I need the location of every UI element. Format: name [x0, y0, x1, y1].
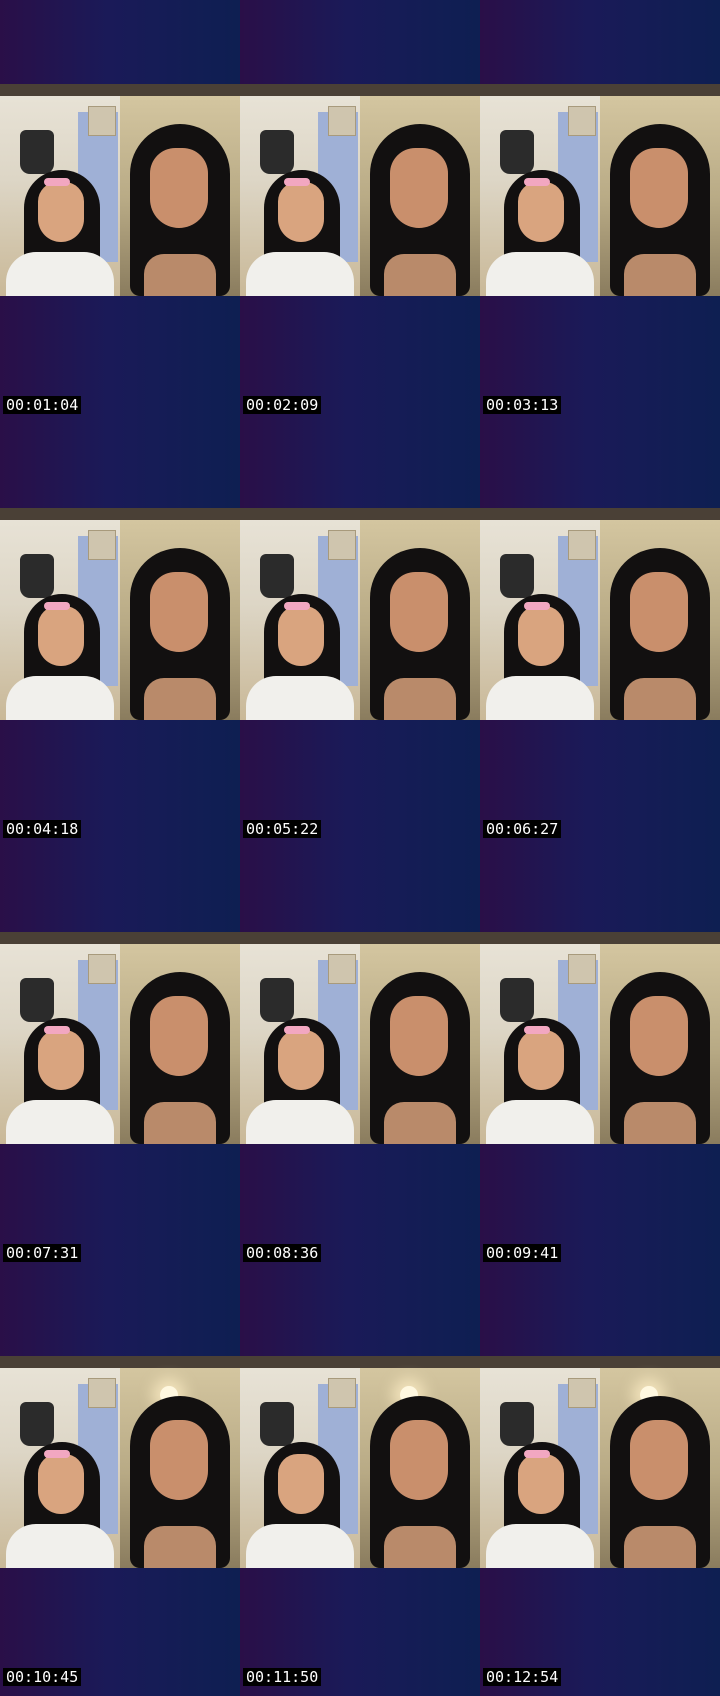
right-camera-pane	[360, 84, 480, 296]
timestamp-label: 00:08:36	[243, 1244, 322, 1262]
left-camera-pane	[480, 84, 600, 296]
right-camera-pane	[120, 84, 240, 296]
left-camera-pane	[240, 1356, 360, 1568]
video-frame	[480, 508, 720, 720]
thumbnail-cell[interactable]: 00:07:31	[0, 848, 240, 1272]
video-frame	[0, 1356, 240, 1568]
thumbnail-cell[interactable]: 00:06:27	[480, 424, 720, 848]
timestamp-label: 00:06:27	[483, 820, 562, 838]
left-camera-pane	[240, 84, 360, 296]
right-camera-pane	[600, 508, 720, 720]
timestamp-label: 00:01:04	[3, 396, 82, 414]
video-frame	[480, 932, 720, 1144]
left-camera-pane	[480, 508, 600, 720]
timestamp-label: 00:10:45	[3, 1668, 82, 1686]
video-frame	[480, 1356, 720, 1568]
timestamp-label: 00:03:13	[483, 396, 562, 414]
left-camera-pane	[0, 1356, 120, 1568]
thumbnail-cell[interactable]: 00:02:09	[240, 0, 480, 424]
left-camera-pane	[480, 932, 600, 1144]
video-frame	[240, 508, 480, 720]
timestamp-label: 00:07:31	[3, 1244, 82, 1262]
right-camera-pane	[360, 1356, 480, 1568]
thumbnail-cell[interactable]: 00:05:22	[240, 424, 480, 848]
thumbnail-cell[interactable]: 00:11:50	[240, 1272, 480, 1696]
thumbnail-cell[interactable]: 00:10:45	[0, 1272, 240, 1696]
left-camera-pane	[240, 932, 360, 1144]
timestamp-label: 00:11:50	[243, 1668, 322, 1686]
thumbnail-cell[interactable]: 00:09:41	[480, 848, 720, 1272]
timestamp-label: 00:09:41	[483, 1244, 562, 1262]
right-camera-pane	[600, 1356, 720, 1568]
right-camera-pane	[600, 84, 720, 296]
timestamp-label: 00:12:54	[483, 1668, 562, 1686]
video-frame	[240, 84, 480, 296]
left-camera-pane	[480, 1356, 600, 1568]
left-camera-pane	[0, 932, 120, 1144]
video-frame	[0, 84, 240, 296]
thumbnail-grid: 00:01:04 00:02:09 00:03:13 00:04:18 00:0…	[0, 0, 720, 1696]
video-frame	[240, 1356, 480, 1568]
right-camera-pane	[360, 508, 480, 720]
thumbnail-cell[interactable]: 00:12:54	[480, 1272, 720, 1696]
left-camera-pane	[0, 508, 120, 720]
left-camera-pane	[0, 84, 120, 296]
video-frame	[480, 84, 720, 296]
thumbnail-cell[interactable]: 00:01:04	[0, 0, 240, 424]
right-camera-pane	[120, 932, 240, 1144]
timestamp-label: 00:04:18	[3, 820, 82, 838]
video-frame	[240, 932, 480, 1144]
video-frame	[0, 932, 240, 1144]
thumbnail-cell[interactable]: 00:03:13	[480, 0, 720, 424]
right-camera-pane	[600, 932, 720, 1144]
thumbnail-cell[interactable]: 00:08:36	[240, 848, 480, 1272]
left-camera-pane	[240, 508, 360, 720]
video-frame	[0, 508, 240, 720]
right-camera-pane	[360, 932, 480, 1144]
thumbnail-cell[interactable]: 00:04:18	[0, 424, 240, 848]
right-camera-pane	[120, 508, 240, 720]
timestamp-label: 00:05:22	[243, 820, 322, 838]
timestamp-label: 00:02:09	[243, 396, 322, 414]
right-camera-pane	[120, 1356, 240, 1568]
